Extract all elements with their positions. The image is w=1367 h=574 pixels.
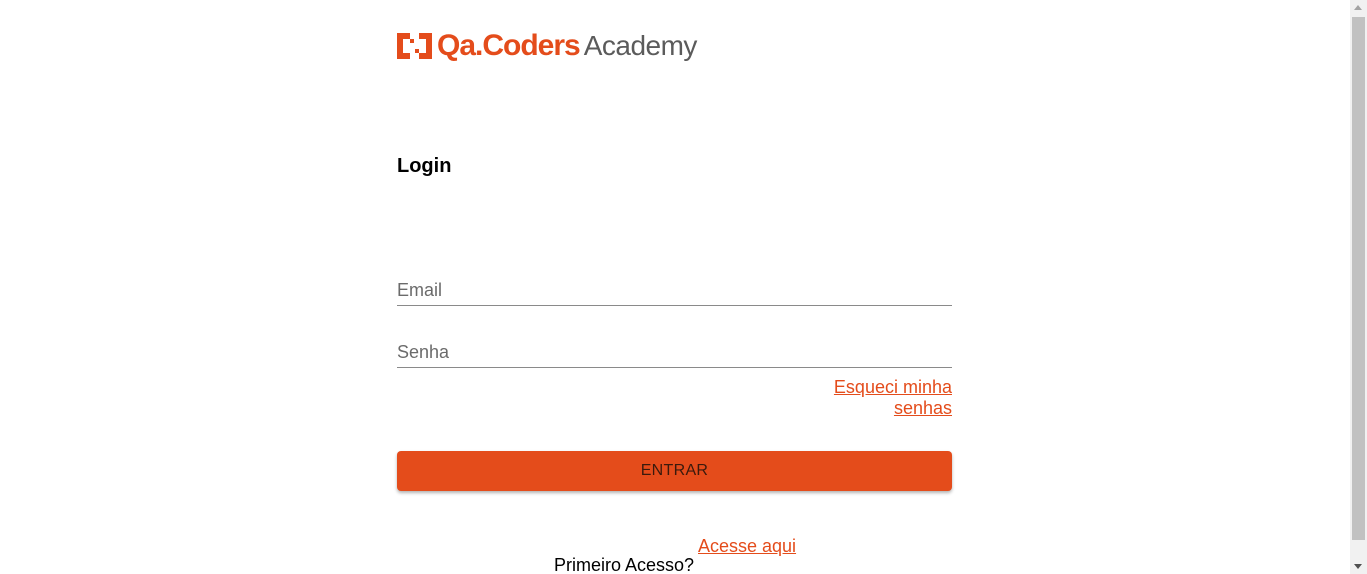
scrollbar-thumb[interactable] [1352,17,1365,540]
email-field-wrapper [397,266,952,306]
page-title: Login [397,155,452,177]
login-submit-button[interactable]: ENTRAR [397,451,952,491]
password-field-wrapper [397,328,952,368]
scroll-up-arrow-icon[interactable] [1354,5,1362,10]
email-field[interactable] [397,266,952,305]
brackets-logo-icon [397,33,432,59]
brand-name: Qa.Coders [437,29,581,62]
forgot-password-link[interactable]: Esqueci minha senhas [775,377,952,419]
first-access-label: Primeiro Acesso? [554,555,695,574]
brand-logo: Qa.Coders Academy [397,30,697,62]
scroll-down-arrow-icon[interactable] [1354,564,1362,569]
vertical-scrollbar[interactable] [1350,0,1367,574]
password-field[interactable] [397,328,952,367]
first-access-link[interactable]: Acesse aqui [698,536,796,557]
brand-subtitle: Academy [583,30,698,61]
